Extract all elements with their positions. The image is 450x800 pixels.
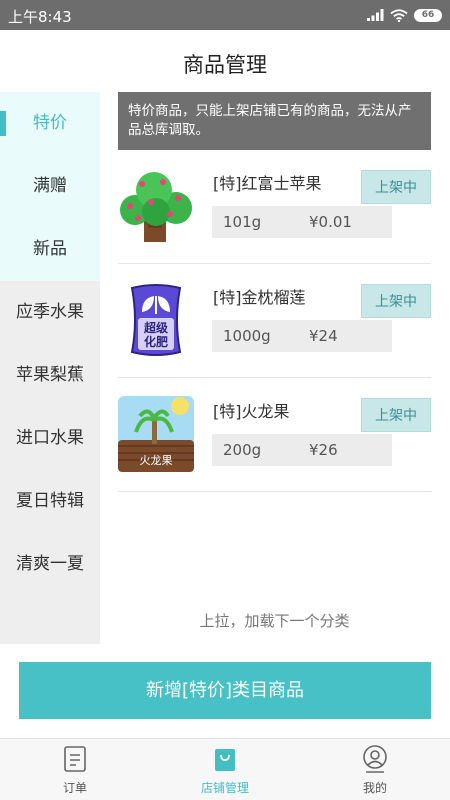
- status-time: 上午8:43: [8, 8, 72, 26]
- status-badge[interactable]: 上架中: [361, 398, 431, 432]
- user-icon: [363, 745, 387, 773]
- bag-text-line1: 超级: [143, 320, 168, 335]
- sidebar-item-label: 夏日特辑: [16, 491, 84, 511]
- product-weight: 101g: [223, 213, 262, 231]
- bag-text-line2: 化肥: [144, 334, 168, 349]
- sidebar-item-label: 清爽一夏: [16, 554, 84, 574]
- product-weight: 200g: [223, 441, 262, 459]
- battery-icon: 66: [414, 8, 442, 22]
- sidebar-item-label: 新品: [33, 239, 67, 259]
- farm-landscape-icon: 火龙果: [118, 396, 194, 472]
- sidebar-item-imported[interactable]: 进口水果: [0, 407, 100, 470]
- sidebar-item-refreshing[interactable]: 清爽一夏: [0, 533, 100, 596]
- signal-icon: [367, 9, 384, 21]
- product-item[interactable]: 火龙果 [特]火龙果 上架中 200g ¥26: [118, 378, 431, 492]
- sidebar-item-label: 满赠: [33, 176, 67, 196]
- sidebar-item-label: 进口水果: [16, 428, 84, 448]
- tab-label: 我的: [362, 781, 387, 795]
- status-badge[interactable]: 上架中: [361, 170, 431, 204]
- tab-label: 店铺管理: [200, 781, 249, 795]
- sidebar-item-gift[interactable]: 满赠: [0, 155, 100, 218]
- product-price: ¥0.01: [309, 213, 352, 231]
- sidebar-item-apple-pear-banana[interactable]: 苹果梨蕉: [0, 344, 100, 407]
- tab-mine[interactable]: 我的: [300, 739, 450, 800]
- product-name: [特]红富士苹果: [213, 174, 322, 193]
- sidebar-item-special[interactable]: 特价: [0, 92, 100, 155]
- document-icon: [64, 746, 86, 772]
- wifi-icon: [390, 8, 408, 22]
- page-title: 商品管理: [183, 53, 267, 77]
- tab-store-management[interactable]: 店铺管理: [150, 739, 300, 800]
- active-indicator: [0, 111, 6, 136]
- product-item[interactable]: 超级 化肥 [特]金枕榴莲 上架中 1000g ¥24: [118, 264, 431, 378]
- product-item[interactable]: [特]红富士苹果 上架中 101g ¥0.01: [118, 150, 431, 264]
- product-price: ¥26: [309, 441, 338, 459]
- tab-orders[interactable]: 订单: [0, 739, 150, 800]
- status-bar: 上午8:43 66: [0, 0, 450, 30]
- sidebar-item-label: 特价: [33, 113, 67, 133]
- add-product-button[interactable]: 新增[特价]类目商品: [19, 662, 431, 719]
- sidebar-item-label: 苹果梨蕉: [16, 365, 84, 385]
- notice-banner: 特价商品，只能上架店铺已有的商品，无法从产品总库调取。: [118, 92, 431, 150]
- bottom-tab-bar: 订单 店铺管理 我的: [0, 738, 450, 800]
- category-sidebar: 特价 满赠 新品 应季水果 苹果梨蕉 进口水果 夏日特辑 清爽一夏: [0, 92, 100, 644]
- header: 商品管理: [0, 30, 450, 92]
- product-weight: 1000g: [223, 327, 271, 345]
- tab-label: 订单: [62, 781, 87, 795]
- product-price: ¥24: [309, 327, 338, 345]
- sidebar-item-summer[interactable]: 夏日特辑: [0, 470, 100, 533]
- sidebar-item-seasonal[interactable]: 应季水果: [0, 281, 100, 344]
- shopping-bag-icon: [215, 749, 235, 771]
- status-icons: 66: [367, 7, 442, 23]
- product-spec: 200g ¥26: [212, 434, 392, 466]
- sidebar-item-new[interactable]: 新品: [0, 218, 100, 281]
- load-more-hint[interactable]: 上拉，加载下一个分类: [118, 610, 431, 631]
- product-name: [特]金枕榴莲: [213, 288, 306, 307]
- status-badge[interactable]: 上架中: [361, 284, 431, 318]
- product-name: [特]火龙果: [213, 402, 290, 421]
- product-spec: 101g ¥0.01: [212, 206, 392, 238]
- product-spec: 1000g ¥24: [212, 320, 392, 352]
- apple-tree-icon: [120, 172, 192, 242]
- sidebar-item-label: 应季水果: [16, 302, 84, 322]
- fertilizer-bag-icon: 超级 化肥: [130, 284, 182, 356]
- image-caption: 火龙果: [140, 454, 173, 467]
